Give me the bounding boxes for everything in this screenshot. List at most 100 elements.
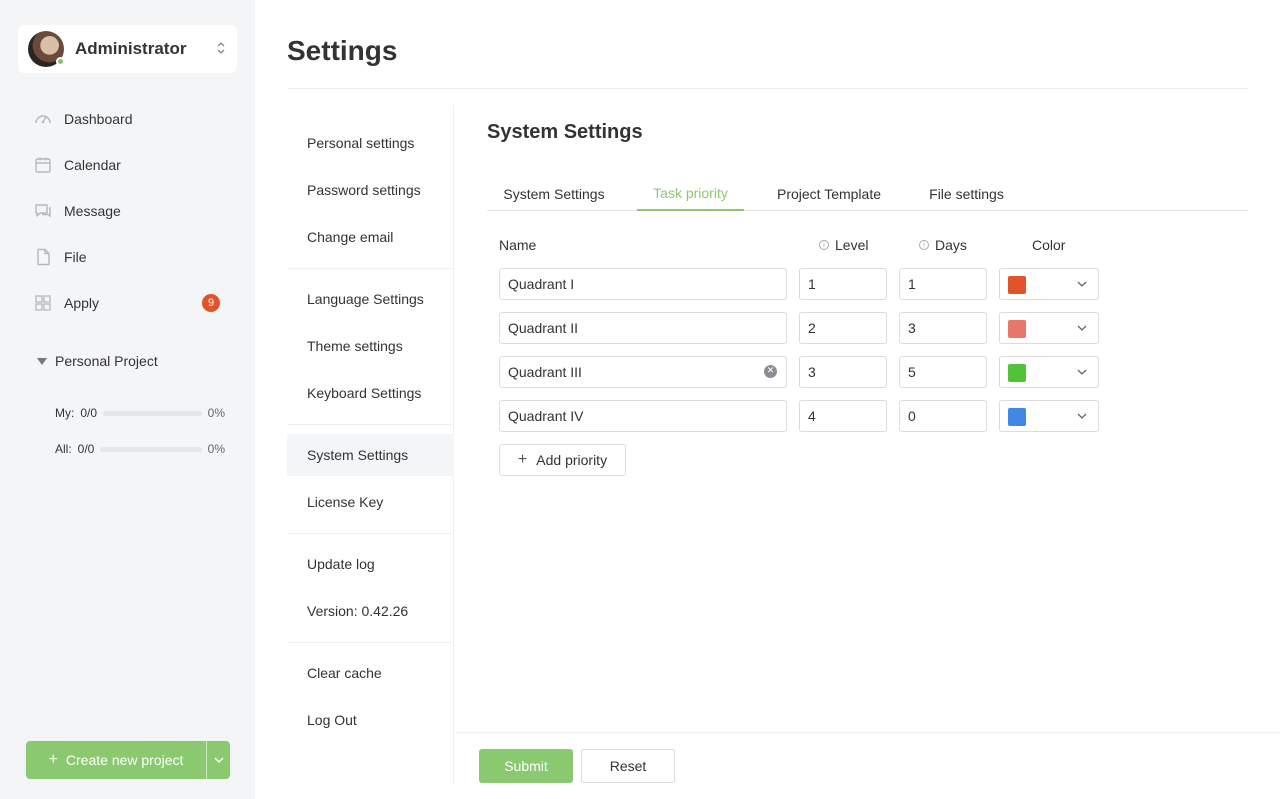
priority-level-input[interactable]: [799, 312, 887, 344]
color-swatch: [1008, 276, 1026, 294]
sidebar-item-label: Apply: [64, 295, 100, 311]
sidebar-item-message[interactable]: Message: [26, 188, 230, 234]
menu-item-change-email[interactable]: Change email: [287, 216, 454, 258]
priority-level-input[interactable]: [799, 356, 887, 388]
menu-item-keyboard-settings[interactable]: Keyboard Settings: [287, 372, 454, 414]
progress-label: All:: [55, 442, 72, 456]
reset-button[interactable]: Reset: [581, 749, 675, 783]
settings-menu: Personal settings Password settings Chan…: [287, 105, 454, 785]
priority-level-input[interactable]: [799, 400, 887, 432]
personal-project-title: Personal Project: [55, 353, 158, 369]
create-project-dropdown[interactable]: [206, 741, 230, 779]
menu-item-system-settings[interactable]: System Settings: [287, 434, 454, 476]
create-project-button-group: + Create new project: [26, 741, 230, 779]
priority-color-select[interactable]: [999, 356, 1099, 388]
tab-system-settings[interactable]: System Settings: [487, 176, 621, 211]
priority-days-input[interactable]: [899, 268, 987, 300]
divider: [287, 88, 1248, 89]
menu-item-license-key[interactable]: License Key: [287, 481, 454, 523]
chevron-down-icon: [1077, 369, 1087, 375]
menu-item-password-settings[interactable]: Password settings: [287, 169, 454, 211]
column-header-color: Color: [1032, 237, 1066, 253]
menu-item-update-log[interactable]: Update log: [287, 543, 454, 585]
tab-project-template[interactable]: Project Template: [760, 176, 898, 211]
create-project-button[interactable]: + Create new project: [26, 741, 206, 779]
menu-item-clear-cache[interactable]: Clear cache: [287, 652, 454, 694]
tab-file-settings[interactable]: File settings: [914, 176, 1019, 211]
add-priority-button[interactable]: + Add priority: [499, 444, 626, 476]
chevron-down-icon: [1077, 281, 1087, 287]
column-header-level: i Level: [819, 237, 868, 253]
caret-down-icon: [37, 357, 47, 365]
priority-color-select[interactable]: [999, 268, 1099, 300]
column-header-days: i Days: [919, 237, 967, 253]
priority-name-input[interactable]: [499, 400, 787, 432]
priority-days-input[interactable]: [899, 312, 987, 344]
page-title: Settings: [287, 35, 398, 66]
menu-item-log-out[interactable]: Log Out: [287, 699, 454, 741]
sidebar-nav: Dashboard Calendar Message File Apply 9: [26, 96, 230, 326]
file-icon: [37, 248, 50, 266]
priority-color-select[interactable]: [999, 400, 1099, 432]
submit-button[interactable]: Submit: [479, 749, 573, 783]
progress-count: 0/0: [80, 406, 98, 420]
plus-icon: +: [48, 751, 58, 768]
dashboard-icon: [35, 115, 51, 124]
user-switcher[interactable]: Administrator: [18, 25, 237, 73]
personal-project: Personal Project My: 0/0 0% All: 0/0 0%: [26, 350, 230, 456]
divider: [287, 533, 454, 534]
message-icon: [35, 204, 51, 218]
progress-bar: [100, 446, 202, 452]
chevron-down-icon: [1077, 413, 1087, 419]
my-progress: My: 0/0 0%: [55, 406, 225, 420]
chevron-updown-icon: [215, 40, 227, 58]
settings-tabs: System Settings Task priority Project Te…: [487, 176, 1248, 211]
menu-item-theme-settings[interactable]: Theme settings: [287, 325, 454, 367]
info-icon[interactable]: i: [919, 240, 929, 250]
plus-icon: +: [517, 451, 528, 468]
priority-days-input[interactable]: [899, 356, 987, 388]
priority-name-input[interactable]: [499, 268, 787, 300]
apps-icon: [35, 295, 51, 311]
sidebar-item-label: Calendar: [64, 157, 121, 173]
priority-name-input[interactable]: [499, 312, 787, 344]
progress-label: My:: [55, 406, 75, 420]
column-header-name: Name: [499, 237, 537, 253]
section-title: System Settings: [487, 121, 643, 143]
sidebar-item-dashboard[interactable]: Dashboard: [26, 96, 230, 142]
chevron-down-icon: [214, 757, 223, 763]
notification-badge: 9: [202, 294, 220, 312]
tab-task-priority[interactable]: Task priority: [637, 176, 744, 211]
progress-percent: 0%: [207, 406, 225, 420]
priority-color-select[interactable]: [999, 312, 1099, 344]
color-swatch: [1008, 364, 1026, 382]
progress-percent: 0%: [207, 442, 225, 456]
sidebar-item-apply[interactable]: Apply 9: [26, 280, 230, 326]
sidebar-item-file[interactable]: File: [26, 234, 230, 280]
priority-name-input[interactable]: [499, 356, 787, 388]
divider: [287, 424, 454, 425]
info-icon[interactable]: i: [819, 240, 829, 250]
avatar: [28, 31, 65, 67]
personal-project-toggle[interactable]: Personal Project: [26, 350, 230, 372]
calendar-icon: [35, 157, 51, 173]
menu-item-language-settings[interactable]: Language Settings: [287, 278, 454, 320]
sidebar: Administrator Dashboard Calendar Message…: [0, 0, 255, 799]
version-text: Version: 0.42.26: [307, 603, 409, 619]
create-project-label: Create new project: [65, 752, 184, 768]
color-swatch: [1008, 408, 1026, 426]
clear-input-icon[interactable]: ✕: [764, 365, 777, 378]
menu-item-personal-settings[interactable]: Personal settings: [287, 122, 454, 164]
priority-level-input[interactable]: [799, 268, 887, 300]
color-swatch: [1008, 320, 1026, 338]
sidebar-item-label: Dashboard: [64, 111, 133, 127]
divider: [287, 642, 454, 643]
progress-bar: [103, 410, 202, 416]
sidebar-item-label: File: [64, 249, 87, 265]
priority-days-input[interactable]: [899, 400, 987, 432]
sidebar-item-label: Message: [64, 203, 121, 219]
progress-count: 0/0: [77, 442, 95, 456]
online-status-dot: [56, 57, 65, 66]
sidebar-item-calendar[interactable]: Calendar: [26, 142, 230, 188]
all-progress: All: 0/0 0%: [55, 442, 225, 456]
